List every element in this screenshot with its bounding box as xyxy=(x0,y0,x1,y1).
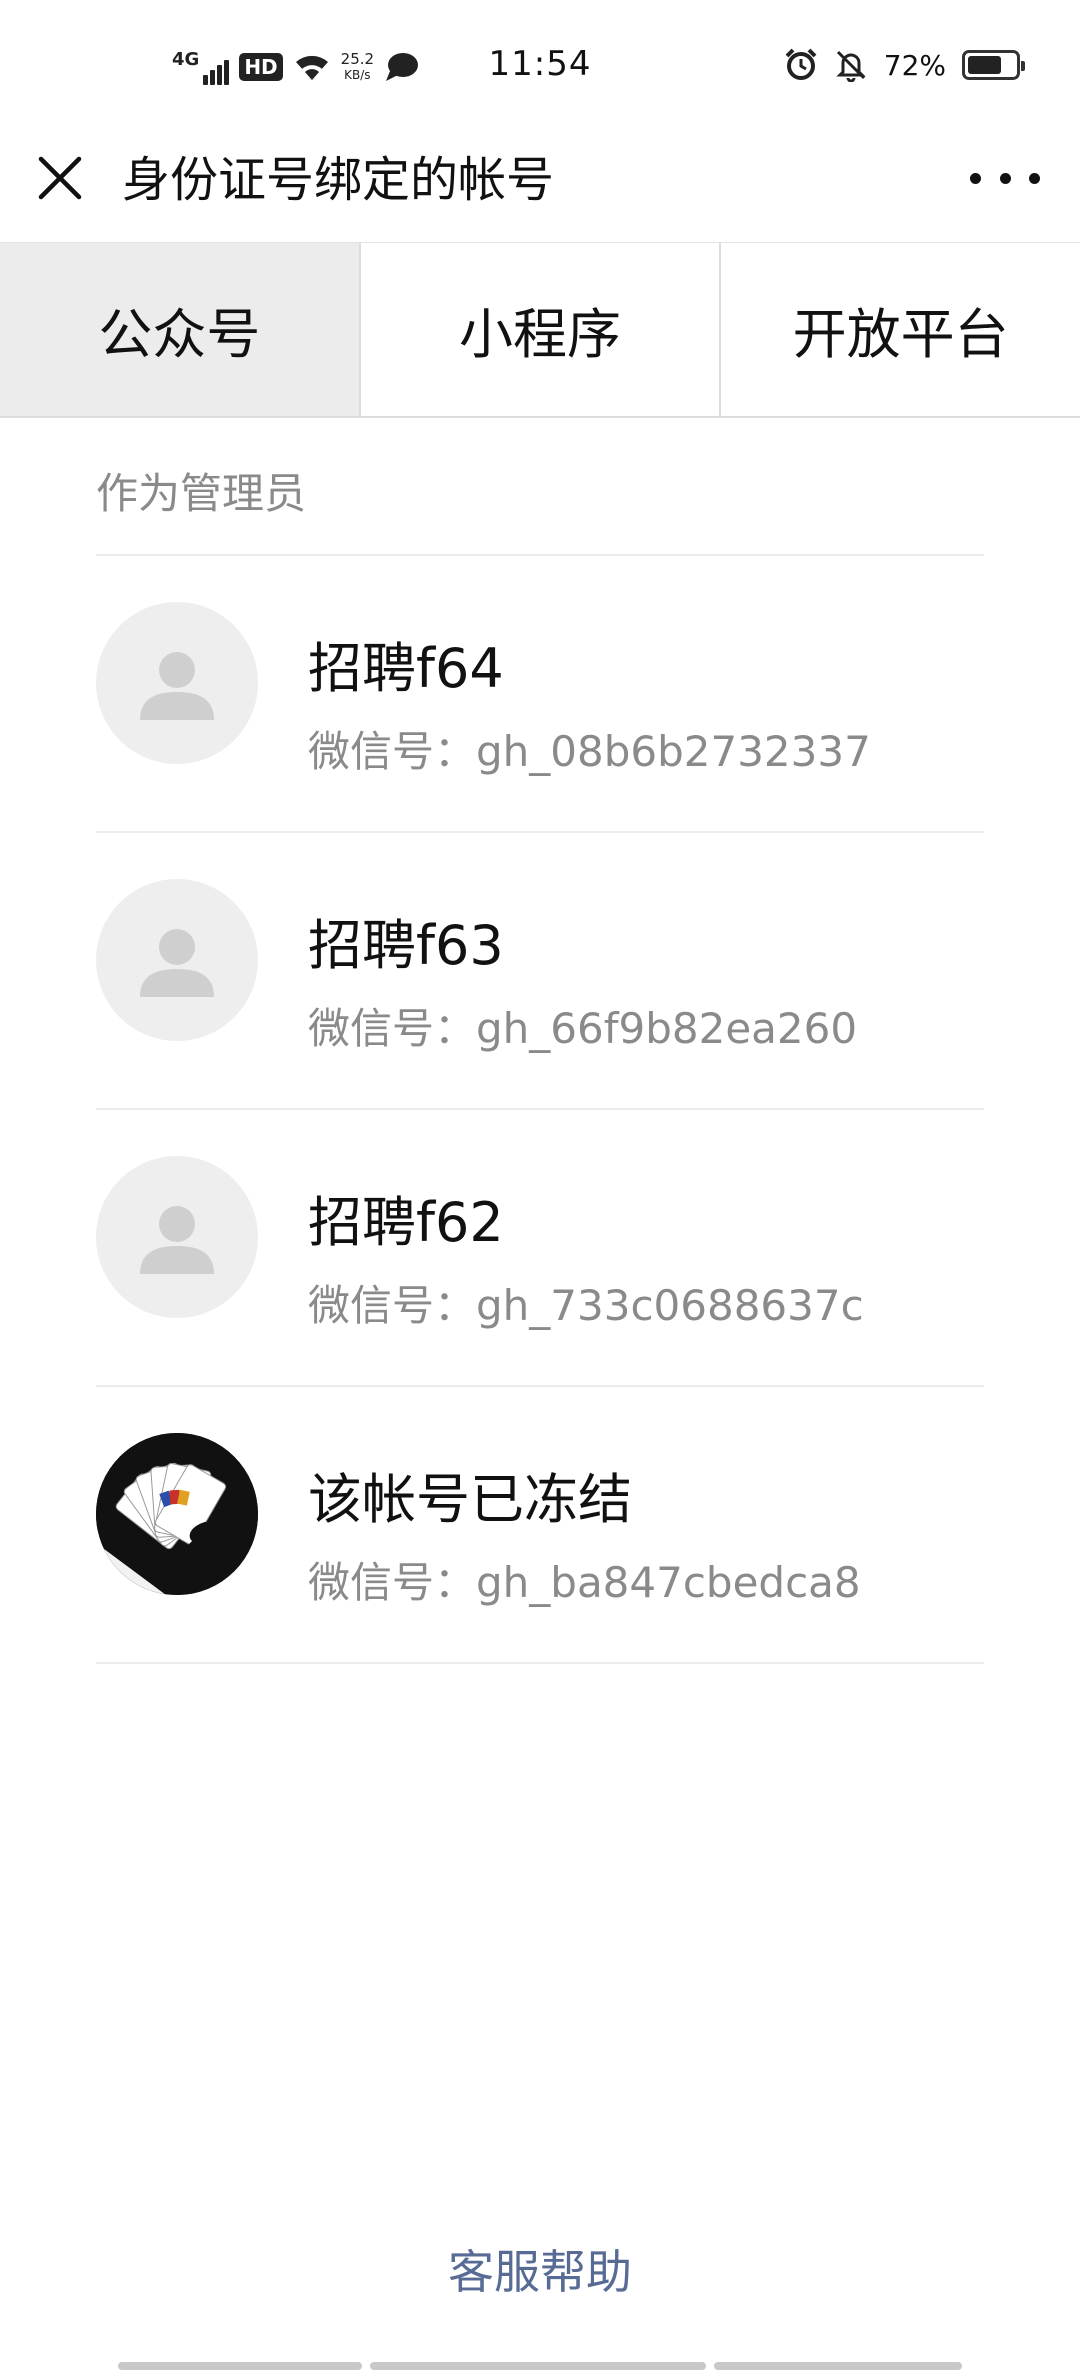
more-dot-icon xyxy=(999,172,1011,184)
battery-level xyxy=(968,56,1002,74)
mute-bell-icon xyxy=(836,50,866,82)
status-bar: 4G HD 25.2 KB/s 11:54 72% xyxy=(0,0,1080,130)
more-dot-icon xyxy=(1029,172,1040,184)
nav-bar-segment xyxy=(370,2362,706,2370)
account-name: 招聘f63 xyxy=(308,914,504,977)
account-wechat-id: 微信号：gh_ba847cbedca8 xyxy=(308,1558,861,1607)
avatar xyxy=(96,1156,258,1318)
avatar xyxy=(96,602,258,764)
status-right-icons: 72% xyxy=(784,44,1025,86)
account-name: 招聘f64 xyxy=(308,637,504,700)
account-name: 该帐号已冻结 xyxy=(308,1468,632,1531)
battery-percent: 72% xyxy=(883,48,946,82)
account-list: 招聘f64 微信号：gh_08b6b2732337 招聘f63 微信号：gh_6… xyxy=(96,554,984,1664)
close-button[interactable] xyxy=(30,148,90,208)
account-item[interactable]: 招聘f64 微信号：gh_08b6b2732337 xyxy=(96,556,984,833)
customer-service-help-link[interactable]: 客服帮助 xyxy=(0,2236,1080,2302)
account-wechat-id: 微信号：gh_66f9b82ea260 xyxy=(308,1004,858,1053)
default-avatar-icon xyxy=(140,652,214,720)
account-wechat-id: 微信号：gh_08b6b2732337 xyxy=(308,727,871,776)
page-title: 身份证号绑定的帐号 xyxy=(122,152,555,208)
alarm-icon xyxy=(785,48,817,80)
account-type-tabs: 公众号 小程序 开放平台 xyxy=(0,242,1080,418)
playing-cards-avatar-icon xyxy=(96,1433,258,1595)
tab-open-platform[interactable]: 开放平台 xyxy=(721,243,1080,416)
nav-bar-segment xyxy=(714,2362,962,2370)
avatar xyxy=(96,879,258,1041)
avatar xyxy=(96,1433,258,1595)
account-wechat-id: 微信号：gh_733c0688637c xyxy=(308,1281,864,1330)
more-options-button[interactable] xyxy=(970,148,1040,208)
account-item[interactable]: 招聘f63 微信号：gh_66f9b82ea260 xyxy=(96,833,984,1110)
account-item[interactable]: 招聘f62 微信号：gh_733c0688637c xyxy=(96,1110,984,1387)
system-navigation-bar xyxy=(118,2362,962,2370)
battery-icon xyxy=(962,50,1025,80)
default-avatar-icon xyxy=(140,1206,214,1274)
top-bar: 身份证号绑定的帐号 xyxy=(0,120,1080,240)
tab-official-accounts[interactable]: 公众号 xyxy=(0,243,361,416)
more-dot-icon xyxy=(970,172,981,184)
section-title: 作为管理员 xyxy=(96,469,307,518)
default-avatar-icon xyxy=(140,929,214,997)
account-item[interactable]: 该帐号已冻结 微信号：gh_ba847cbedca8 xyxy=(96,1387,984,1664)
nav-bar-segment xyxy=(118,2362,362,2370)
close-icon xyxy=(38,156,82,200)
account-name: 招聘f62 xyxy=(308,1191,504,1254)
tab-mini-programs[interactable]: 小程序 xyxy=(360,243,722,416)
